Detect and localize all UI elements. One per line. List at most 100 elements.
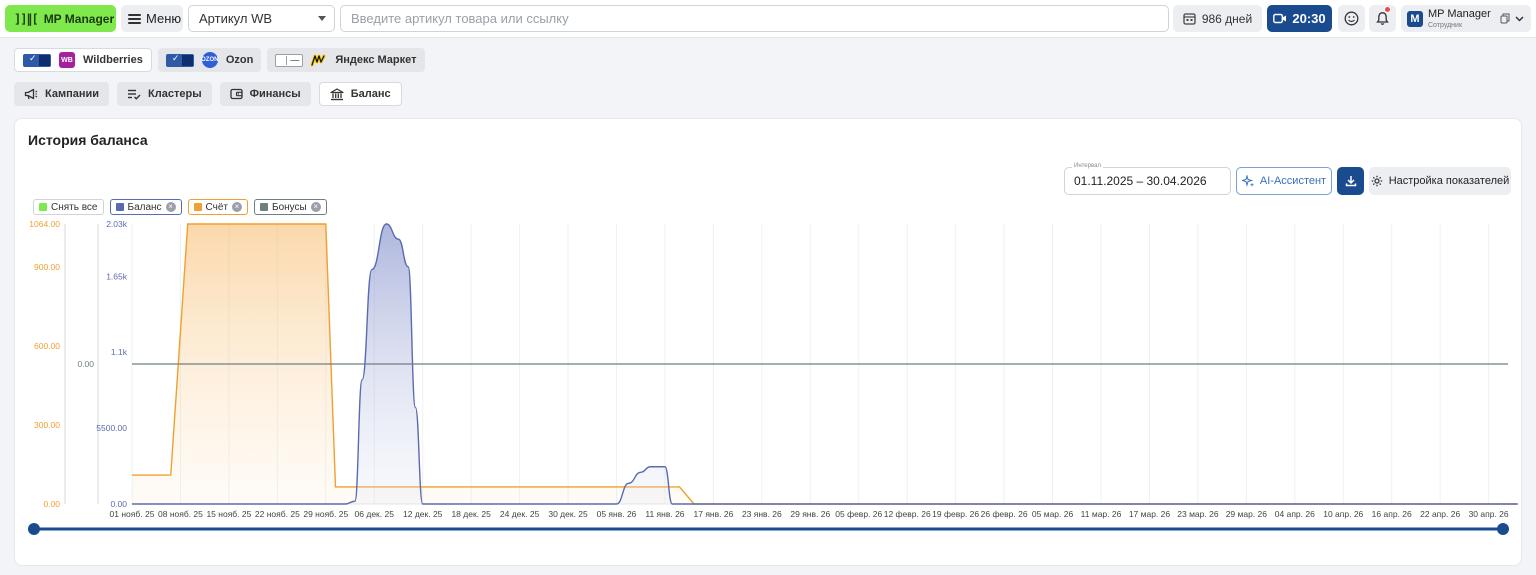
tab-clusters[interactable]: Кластеры <box>117 82 212 106</box>
balance-tick-label: 0.00 <box>110 499 127 509</box>
x-tick-label: 11 мар. 26 <box>1081 509 1122 519</box>
x-tick-label: 05 янв. 26 <box>597 509 637 519</box>
video-icon <box>1273 13 1287 24</box>
balance-tick-label: 1.65k <box>106 271 128 281</box>
marketplace-wildberries[interactable]: ✓ WB Wildberries <box>14 48 152 72</box>
x-tick-label: 18 дек. 25 <box>451 509 491 519</box>
chevron-down-icon <box>318 16 326 21</box>
x-tick-label: 01 нояб. 25 <box>110 509 155 519</box>
notification-dot <box>1384 6 1391 13</box>
wildberries-toggle[interactable]: ✓ <box>23 53 51 67</box>
x-tick-label: 29 янв. 26 <box>790 509 830 519</box>
user-role: Сотрудник <box>1428 21 1463 29</box>
marketplace-ozon[interactable]: ✓ OZON Ozon <box>157 48 262 72</box>
menu-label: Меню <box>146 11 182 26</box>
notifications-button[interactable] <box>1369 5 1396 32</box>
marketplace-yandex[interactable]: — Яндекс Маркет <box>267 48 425 72</box>
tab-finances[interactable]: Финансы <box>219 82 311 106</box>
bell-icon <box>1376 12 1389 25</box>
feedback-button[interactable] <box>1338 5 1365 32</box>
wildberries-logo-icon: WB <box>59 52 75 68</box>
tab-label: Кампании <box>45 88 100 100</box>
chart-axes: 1064.00 900.00 600.00 300.00 0.00 2.03k 1.65k 1… <box>29 219 127 509</box>
logo-icon: ]]∥[ <box>14 11 39 26</box>
balance-tick-label: 1.1k <box>111 347 128 357</box>
account-tick-label: 600.00 <box>34 341 60 351</box>
x-tick-label: 10 апр. 26 <box>1323 509 1363 519</box>
article-type-value: Артикул WB <box>199 11 273 26</box>
tab-label: Кластеры <box>148 88 202 100</box>
x-tick-label: 24 дек. 25 <box>500 509 540 519</box>
x-tick-label: 22 апр. 26 <box>1420 509 1460 519</box>
menu-button[interactable]: Меню <box>121 5 183 32</box>
copy-icon[interactable] <box>1500 13 1510 24</box>
x-tick-label: 30 апр. 26 <box>1469 509 1509 519</box>
hamburger-icon <box>128 13 141 24</box>
account-tick-label: 900.00 <box>34 262 60 272</box>
article-type-select[interactable]: Артикул WB <box>188 5 335 32</box>
logo-button[interactable]: ]]∥[ MP Manager <box>5 5 116 32</box>
tab-label: Баланс <box>350 88 391 100</box>
x-tick-label: 22 нояб. 25 <box>255 509 300 519</box>
x-axis-labels: 01 нояб. 25 08 нояб. 25 15 нояб. 25 22 нояб… <box>110 509 1509 519</box>
x-tick-label: 17 янв. 26 <box>694 509 734 519</box>
logo-label: MP Manager <box>43 11 115 26</box>
range-end-handle <box>1497 523 1509 535</box>
x-tick-label: 11 янв. 26 <box>645 509 684 519</box>
tab-campaigns[interactable]: Кампании <box>14 82 110 106</box>
chevron-down-icon[interactable] <box>1515 15 1524 22</box>
section-tabs: Кампании Кластеры Финансы Баланс <box>14 82 402 106</box>
x-tick-label: 23 янв. 26 <box>742 509 782 519</box>
range-start-handle <box>28 523 40 535</box>
wallet-icon <box>229 88 243 100</box>
article-search-input[interactable] <box>340 5 1169 32</box>
megaphone-icon <box>24 88 38 100</box>
ozon-logo-icon: OZON <box>201 52 218 68</box>
x-tick-label: 12 дек. 25 <box>403 509 443 519</box>
x-tick-label: 19 февр. 26 <box>932 509 979 519</box>
marketplace-label: Яндекс Маркет <box>335 54 417 66</box>
marketplace-label: Wildberries <box>83 54 143 66</box>
account-tick-label: 0.00 <box>43 499 60 509</box>
balance-chart[interactable]: 1064.00 900.00 600.00 300.00 0.00 2.03k 1.65k 1… <box>15 119 1523 567</box>
x-tick-label: 23 мар. 26 <box>1177 509 1219 519</box>
avatar: M <box>1407 10 1423 27</box>
x-tick-label: 12 февр. 26 <box>884 509 931 519</box>
x-tick-label: 04 апр. 26 <box>1275 509 1315 519</box>
top-bar: ]]∥[ MP Manager Меню Артикул WB 986 дней… <box>0 0 1536 38</box>
x-tick-label: 15 нояб. 25 <box>206 509 251 519</box>
marketplace-label: Ozon <box>225 54 254 66</box>
calendar-icon <box>1183 13 1196 25</box>
bank-icon <box>330 87 344 100</box>
x-tick-label: 05 февр. 26 <box>835 509 882 519</box>
days-label: 986 дней <box>1201 11 1253 26</box>
ozon-toggle[interactable]: ✓ <box>165 53 194 67</box>
x-tick-label: 30 дек. 25 <box>548 509 588 519</box>
tab-label: Финансы <box>249 88 301 100</box>
range-slider[interactable] <box>28 523 1509 535</box>
yandex-toggle[interactable]: — <box>275 53 304 67</box>
chart-series <box>132 223 1518 505</box>
balance-tick-label: 2.03k <box>106 219 128 229</box>
x-tick-label: 26 февр. 26 <box>981 509 1028 519</box>
user-name: MP Manager <box>1428 7 1491 20</box>
time-label: 20:30 <box>1292 11 1326 26</box>
x-tick-label: 29 мар. 26 <box>1226 509 1268 519</box>
x-tick-label: 05 мар. 26 <box>1032 509 1074 519</box>
x-tick-label: 08 нояб. 25 <box>158 509 203 519</box>
x-tick-label: 06 дек. 25 <box>355 509 395 519</box>
x-tick-label: 16 апр. 26 <box>1372 509 1412 519</box>
user-menu[interactable]: M MP Manager Сотрудник <box>1401 5 1531 32</box>
bonus-tick-label: 0.00 <box>77 359 94 369</box>
yandex-market-logo-icon <box>311 52 327 68</box>
balance-history-card: История баланса Интервал 01.11.2025 – 30… <box>14 118 1522 566</box>
list-check-icon <box>128 89 141 100</box>
balance-tick-label: 5500.00 <box>96 423 127 433</box>
x-tick-label: 29 нояб. 25 <box>303 509 348 519</box>
video-meeting-button[interactable]: 20:30 <box>1267 5 1332 32</box>
account-tick-label: 1064.00 <box>29 219 60 229</box>
account-tick-label: 300.00 <box>34 420 60 430</box>
marketplace-toggles: ✓ WB Wildberries ✓ OZON Ozon — Яндекс Ма… <box>14 48 425 72</box>
days-button[interactable]: 986 дней <box>1173 5 1262 32</box>
tab-balance[interactable]: Баланс <box>318 82 402 106</box>
